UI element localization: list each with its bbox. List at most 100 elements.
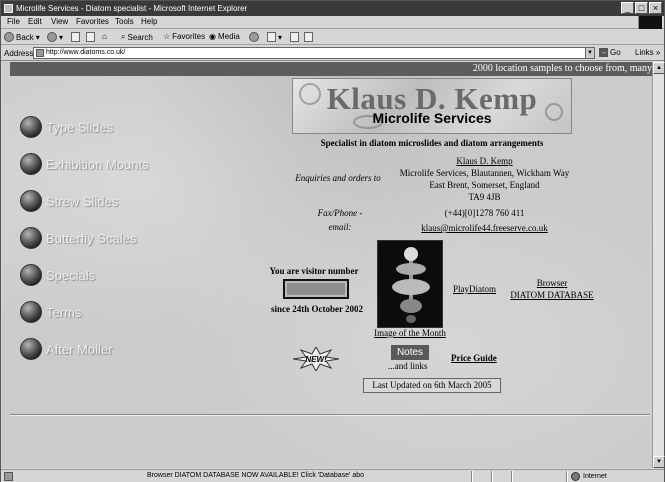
go-arrow-icon: → (599, 48, 608, 57)
phone-number: (+44)[0]1278 760 411 (444, 208, 525, 218)
browser-window: Microlife Services - Diatom specialist -… (0, 0, 665, 482)
nav-ball-icon (20, 190, 42, 212)
nav-butterfly-scales[interactable]: Butterfly Scales (20, 227, 136, 249)
email-link[interactable]: klaus@microlife44.freeserve.co.uk (392, 222, 577, 234)
forward-button[interactable]: ▾ (47, 32, 63, 42)
stop-button[interactable] (71, 32, 80, 42)
menu-help[interactable]: Help (141, 17, 157, 26)
nav-exhibition-mounts[interactable]: Exhibition Mounts (20, 153, 149, 175)
home-icon: ⌂ (102, 32, 107, 41)
vertical-scrollbar[interactable]: ▲ ▼ (652, 62, 665, 468)
history-icon (249, 32, 259, 42)
nav-ball-icon (20, 338, 42, 360)
site-logo: Klaus D. Kemp Microlife Services (292, 78, 572, 134)
edit-button[interactable] (304, 32, 313, 42)
fax-phone-label: Fax/Phone - (317, 208, 363, 218)
address-line-3: TA9 4JB (468, 192, 501, 202)
stop-icon (71, 32, 80, 42)
play-diatom-link[interactable]: PlayDiatom (453, 284, 496, 294)
title-bar: Microlife Services - Diatom specialist -… (1, 1, 664, 16)
news-marquee: 2000 location samples to choose from, ma… (10, 62, 652, 76)
menu-view[interactable]: View (51, 17, 68, 26)
go-button[interactable]: → Go (599, 48, 621, 57)
search-icon: ⌕ (121, 32, 126, 41)
visitor-counter (283, 279, 349, 299)
window-title: Microlife Services - Diatom specialist -… (16, 4, 248, 13)
refresh-button[interactable] (86, 32, 95, 42)
visitor-title: You are visitor number (269, 266, 359, 276)
image-of-month-link[interactable]: Image of the Month (364, 328, 456, 338)
menu-favorites[interactable]: Favorites (76, 17, 109, 26)
internet-globe-icon (571, 472, 580, 481)
minimize-button[interactable]: _ (621, 2, 634, 14)
address-line-2: East Brent, Somerset, England (429, 180, 540, 190)
media-button[interactable]: ◉ Media (209, 32, 240, 41)
menu-bar: File Edit View Favorites Tools Help (1, 16, 664, 29)
security-zone: Internet (571, 472, 607, 481)
print-icon (290, 32, 299, 42)
menu-tools[interactable]: Tools (115, 17, 134, 26)
image-of-month-picture[interactable] (377, 240, 443, 328)
page-status-icon (4, 472, 13, 481)
close-button[interactable]: × (649, 2, 662, 14)
email-label: email: (328, 222, 352, 232)
enquiries-label: Enquiries and orders to (295, 173, 381, 183)
nav-ball-icon (20, 153, 42, 175)
status-text: Browser DIATOM DATABASE NOW AVAILABLE! C… (147, 472, 365, 479)
divider (10, 414, 650, 416)
back-arrow-icon (4, 32, 14, 42)
maximize-button[interactable]: □ (635, 2, 648, 14)
page-content: 2000 location samples to choose from, ma… (2, 62, 652, 468)
nav-specials[interactable]: Specials (20, 264, 95, 286)
page-icon (36, 49, 44, 57)
last-updated: Last Updated on 6th March 2005 (363, 378, 501, 393)
nav-terms[interactable]: Terms (20, 301, 81, 323)
nav-type-slides[interactable]: Type Slides (20, 116, 113, 138)
address-input[interactable]: http://www.diatoms.co.uk/ (33, 47, 593, 59)
address-line-1: Microlife Services, Blautannen, Wickham … (399, 168, 570, 178)
windows-logo-icon (638, 16, 662, 29)
back-button[interactable]: Back ▾ (4, 32, 40, 42)
diatom-database-link[interactable]: DIATOM DATABASE (502, 290, 602, 300)
links-button[interactable]: Links » (635, 48, 660, 57)
price-guide-link[interactable]: Price Guide (451, 353, 497, 363)
nav-ball-icon (20, 116, 42, 138)
tagline: Specialist in diatom microslides and dia… (320, 138, 544, 148)
nav-ball-icon (20, 227, 42, 249)
nav-ball-icon (20, 264, 42, 286)
notes-subtext: ...and links (388, 361, 428, 371)
ie-icon (4, 4, 13, 13)
refresh-icon (86, 32, 95, 42)
favorites-button[interactable]: ☆ Favorites (163, 32, 205, 41)
nav-after-moller[interactable]: After Moller (20, 338, 112, 360)
logo-subtitle: Microlife Services (372, 110, 492, 126)
toolbar: Back ▾ ▾ ⌂ ⌕ Search ☆ Favorites ◉ Media ▾ (1, 30, 664, 45)
address-dropdown-button[interactable]: ▼ (585, 47, 595, 59)
mail-icon (267, 32, 276, 42)
new-badge-text: NEW! (305, 355, 327, 364)
address-bar: Address http://www.diatoms.co.uk/ ▼ → Go… (1, 46, 664, 61)
visitor-since: since 24th October 2002 (270, 304, 364, 314)
menu-file[interactable]: File (7, 17, 20, 26)
forward-arrow-icon (47, 32, 57, 42)
nav-ball-icon (20, 301, 42, 323)
mail-button[interactable]: ▾ (267, 32, 282, 42)
menu-edit[interactable]: Edit (28, 17, 42, 26)
home-button[interactable]: ⌂ (102, 32, 107, 41)
nav-strew-slides[interactable]: Strew Slides (20, 190, 118, 212)
print-button[interactable] (290, 32, 299, 42)
browser-label-link[interactable]: Browser (502, 278, 602, 288)
search-button[interactable]: ⌕ Search (121, 32, 153, 42)
history-button[interactable] (249, 32, 259, 42)
media-icon: ◉ (209, 32, 216, 41)
scroll-down-button[interactable]: ▼ (653, 456, 665, 468)
notes-button[interactable]: Notes (391, 345, 429, 360)
address-url: http://www.diatoms.co.uk/ (46, 49, 126, 56)
window-controls: _ □ × (621, 2, 662, 14)
edit-icon (304, 32, 313, 42)
scroll-up-button[interactable]: ▲ (653, 62, 665, 74)
new-badge-icon: NEW! (293, 347, 339, 371)
star-icon: ☆ (163, 32, 171, 41)
contact-name-link[interactable]: Klaus D. Kemp (392, 155, 577, 167)
address-label: Address (4, 49, 34, 58)
